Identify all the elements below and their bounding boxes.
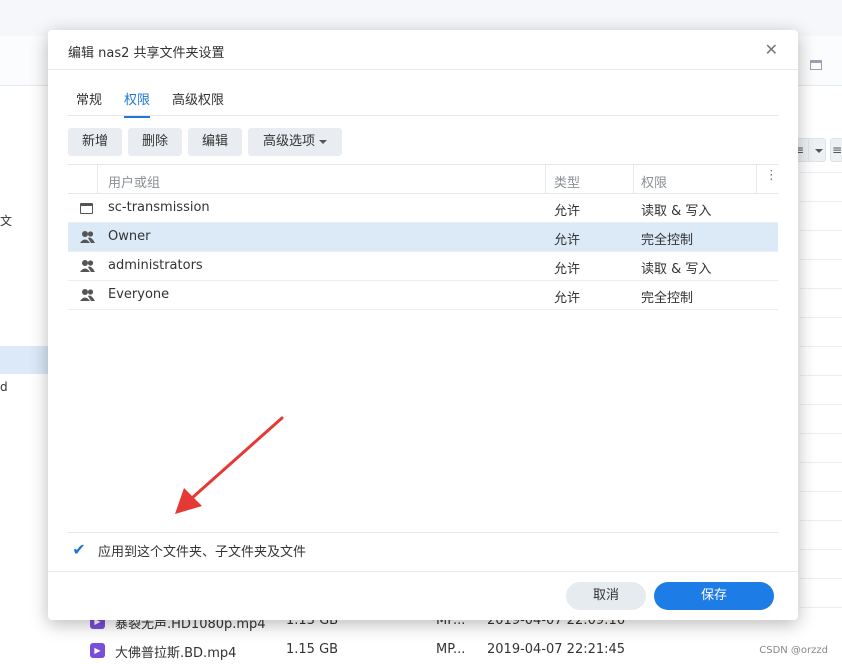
bg-row-divider [800,462,842,463]
bg-row-divider [800,404,842,405]
bg-row-divider [800,433,842,434]
row-user-name: Owner [108,229,151,244]
group-icon [80,289,95,301]
group-icon [80,260,95,272]
bg-file-name: 大佛普拉斯.BD.mp4 [115,646,237,661]
app-window-icon [80,203,93,214]
divider [48,571,798,572]
table-row[interactable]: Everyone 允许 完全控制 [68,281,778,310]
row-type: 允许 [554,291,581,306]
column-divider [756,165,757,194]
column-header-type[interactable]: 类型 [554,172,580,191]
bg-window-icon[interactable] [810,60,822,70]
video-file-icon: ▶ [90,643,105,658]
bg-sidebar-selected-item[interactable] [0,346,48,374]
chevron-down-icon [319,139,327,144]
table-row[interactable]: Owner 允许 完全控制 [68,223,778,252]
bg-view-dropdown-button[interactable] [808,138,826,162]
table-row[interactable]: administrators 允许 读取 & 写入 [68,252,778,281]
row-permission: 读取 & 写入 [641,262,712,277]
advanced-options-label: 高级选项 [262,134,315,149]
bg-sidebar [0,86,48,664]
bg-row-divider [800,520,842,521]
bg-row-divider [800,346,842,347]
grid-header: 用户或组 类型 权限 ⋮ [68,164,778,194]
bg-sidebar-text: d [0,380,8,394]
bg-sidebar-text: 文 [0,214,13,228]
close-icon[interactable]: ✕ [765,40,778,59]
bg-sort-button[interactable]: ≡ [830,138,842,162]
tab-general[interactable]: 常规 [76,89,102,116]
shared-folder-settings-dialog: 编辑 nas2 共享文件夹设置 ✕ 常规 权限 高级权限 新增 删除 编辑 高级… [48,30,798,620]
column-menu-icon[interactable]: ⋮ [765,168,778,183]
edit-button-label: 编辑 [201,134,228,149]
advanced-options-dropdown[interactable]: 高级选项 [248,128,342,156]
row-user-name: sc-transmission [108,200,210,215]
divider [68,532,778,533]
apply-to-subfolders-label: 应用到这个文件夹、子文件夹及文件 [98,545,307,560]
row-user-name: administrators [108,258,203,273]
bg-file-modified: 2019-04-07 22:21:45 [487,642,626,657]
bg-row-divider [800,288,842,289]
row-type: 允许 [554,233,581,248]
cancel-button[interactable]: 取消 [566,582,646,610]
divider [48,69,798,70]
edit-button[interactable]: 编辑 [188,128,242,156]
tab-advanced-permissions[interactable]: 高级权限 [172,89,224,116]
group-icon [80,231,95,243]
row-permission: 读取 & 写入 [641,204,712,219]
row-permission: 完全控制 [641,233,694,248]
bg-file-size: 1.15 GB [286,642,339,657]
bg-row-divider [800,201,842,202]
column-divider [545,165,546,194]
watermark: CSDN @orzzd [759,645,828,656]
bg-row-divider [800,259,842,260]
bg-row-divider [800,317,842,318]
tab-bar: 常规 权限 高级权限 [68,86,778,118]
save-button[interactable]: 保存 [654,582,774,610]
bg-file-row[interactable]: ▶ 大佛普拉斯.BD.mp4 1.15 GB MP... 2019-04-07 … [68,637,842,664]
tab-permissions[interactable]: 权限 [124,89,151,118]
delete-button[interactable]: 删除 [128,128,182,156]
row-user-name: Everyone [108,287,170,302]
bg-row-divider [800,549,842,550]
column-divider [97,165,98,194]
bg-row-divider [800,578,842,579]
table-row[interactable]: sc-transmission 允许 读取 & 写入 [68,194,778,223]
add-button[interactable]: 新增 [68,128,122,156]
row-permission: 完全控制 [641,291,694,306]
bg-row-divider [800,491,842,492]
bg-row-divider [800,172,842,173]
permission-grid: 用户或组 类型 权限 ⋮ sc-transmission 允许 读取 & 写入 … [68,164,778,532]
column-header-user-or-group[interactable]: 用户或组 [108,172,160,191]
bg-row-divider [800,230,842,231]
bg-row-divider [800,375,842,376]
row-type: 允许 [554,262,581,277]
dialog-title: 编辑 nas2 共享文件夹设置 [68,46,225,61]
bg-file-type: MP... [436,642,466,657]
column-header-permission[interactable]: 权限 [641,172,667,191]
row-type: 允许 [554,204,581,219]
checkmark-icon[interactable]: ✔ [70,541,88,559]
column-divider [633,165,634,194]
